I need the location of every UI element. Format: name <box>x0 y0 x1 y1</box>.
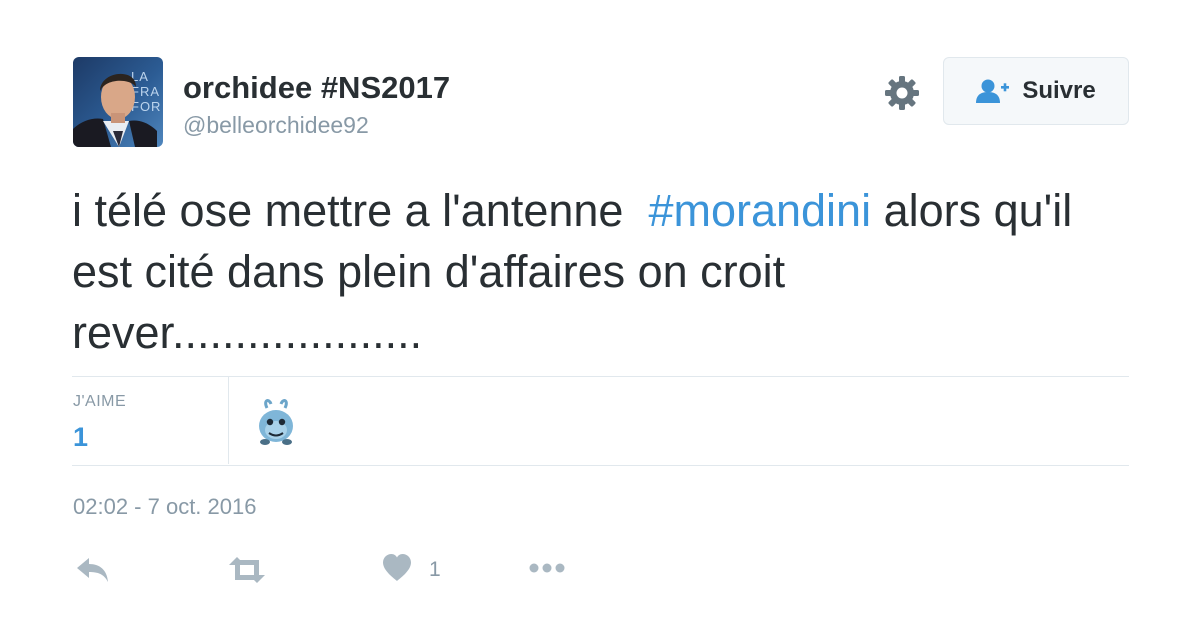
follow-button[interactable]: Suivre <box>943 57 1129 125</box>
tweet-text: i télé ose mettre a l'antenne #morandini… <box>72 180 1132 363</box>
profile-avatar[interactable]: LA FRA FOR <box>73 57 163 147</box>
add-user-icon <box>976 79 1010 103</box>
like-count: 1 <box>429 558 441 581</box>
hashtag-link[interactable]: #morandini <box>648 185 871 236</box>
tweet-timestamp[interactable]: 02:02 - 7 oct. 2016 <box>73 494 256 520</box>
user-name[interactable]: orchidee #NS2017 <box>183 70 450 106</box>
reply-icon[interactable] <box>76 556 110 584</box>
divider <box>72 465 1129 466</box>
avatar-portrait <box>73 73 157 147</box>
likes-count[interactable]: 1 <box>73 422 88 453</box>
gear-icon[interactable] <box>883 74 921 112</box>
likes-label: J'AIME <box>73 393 127 410</box>
user-handle[interactable]: @belleorchidee92 <box>183 112 369 139</box>
retweet-icon[interactable] <box>227 556 267 584</box>
tweet-text-before: i télé ose mettre a l'antenne <box>72 185 649 236</box>
follow-label: Suivre <box>1022 77 1096 104</box>
stats-divider <box>228 377 229 464</box>
heart-icon[interactable] <box>382 553 412 583</box>
divider <box>72 376 1129 377</box>
liker-avatar[interactable] <box>255 398 297 446</box>
more-icon[interactable] <box>528 561 566 575</box>
